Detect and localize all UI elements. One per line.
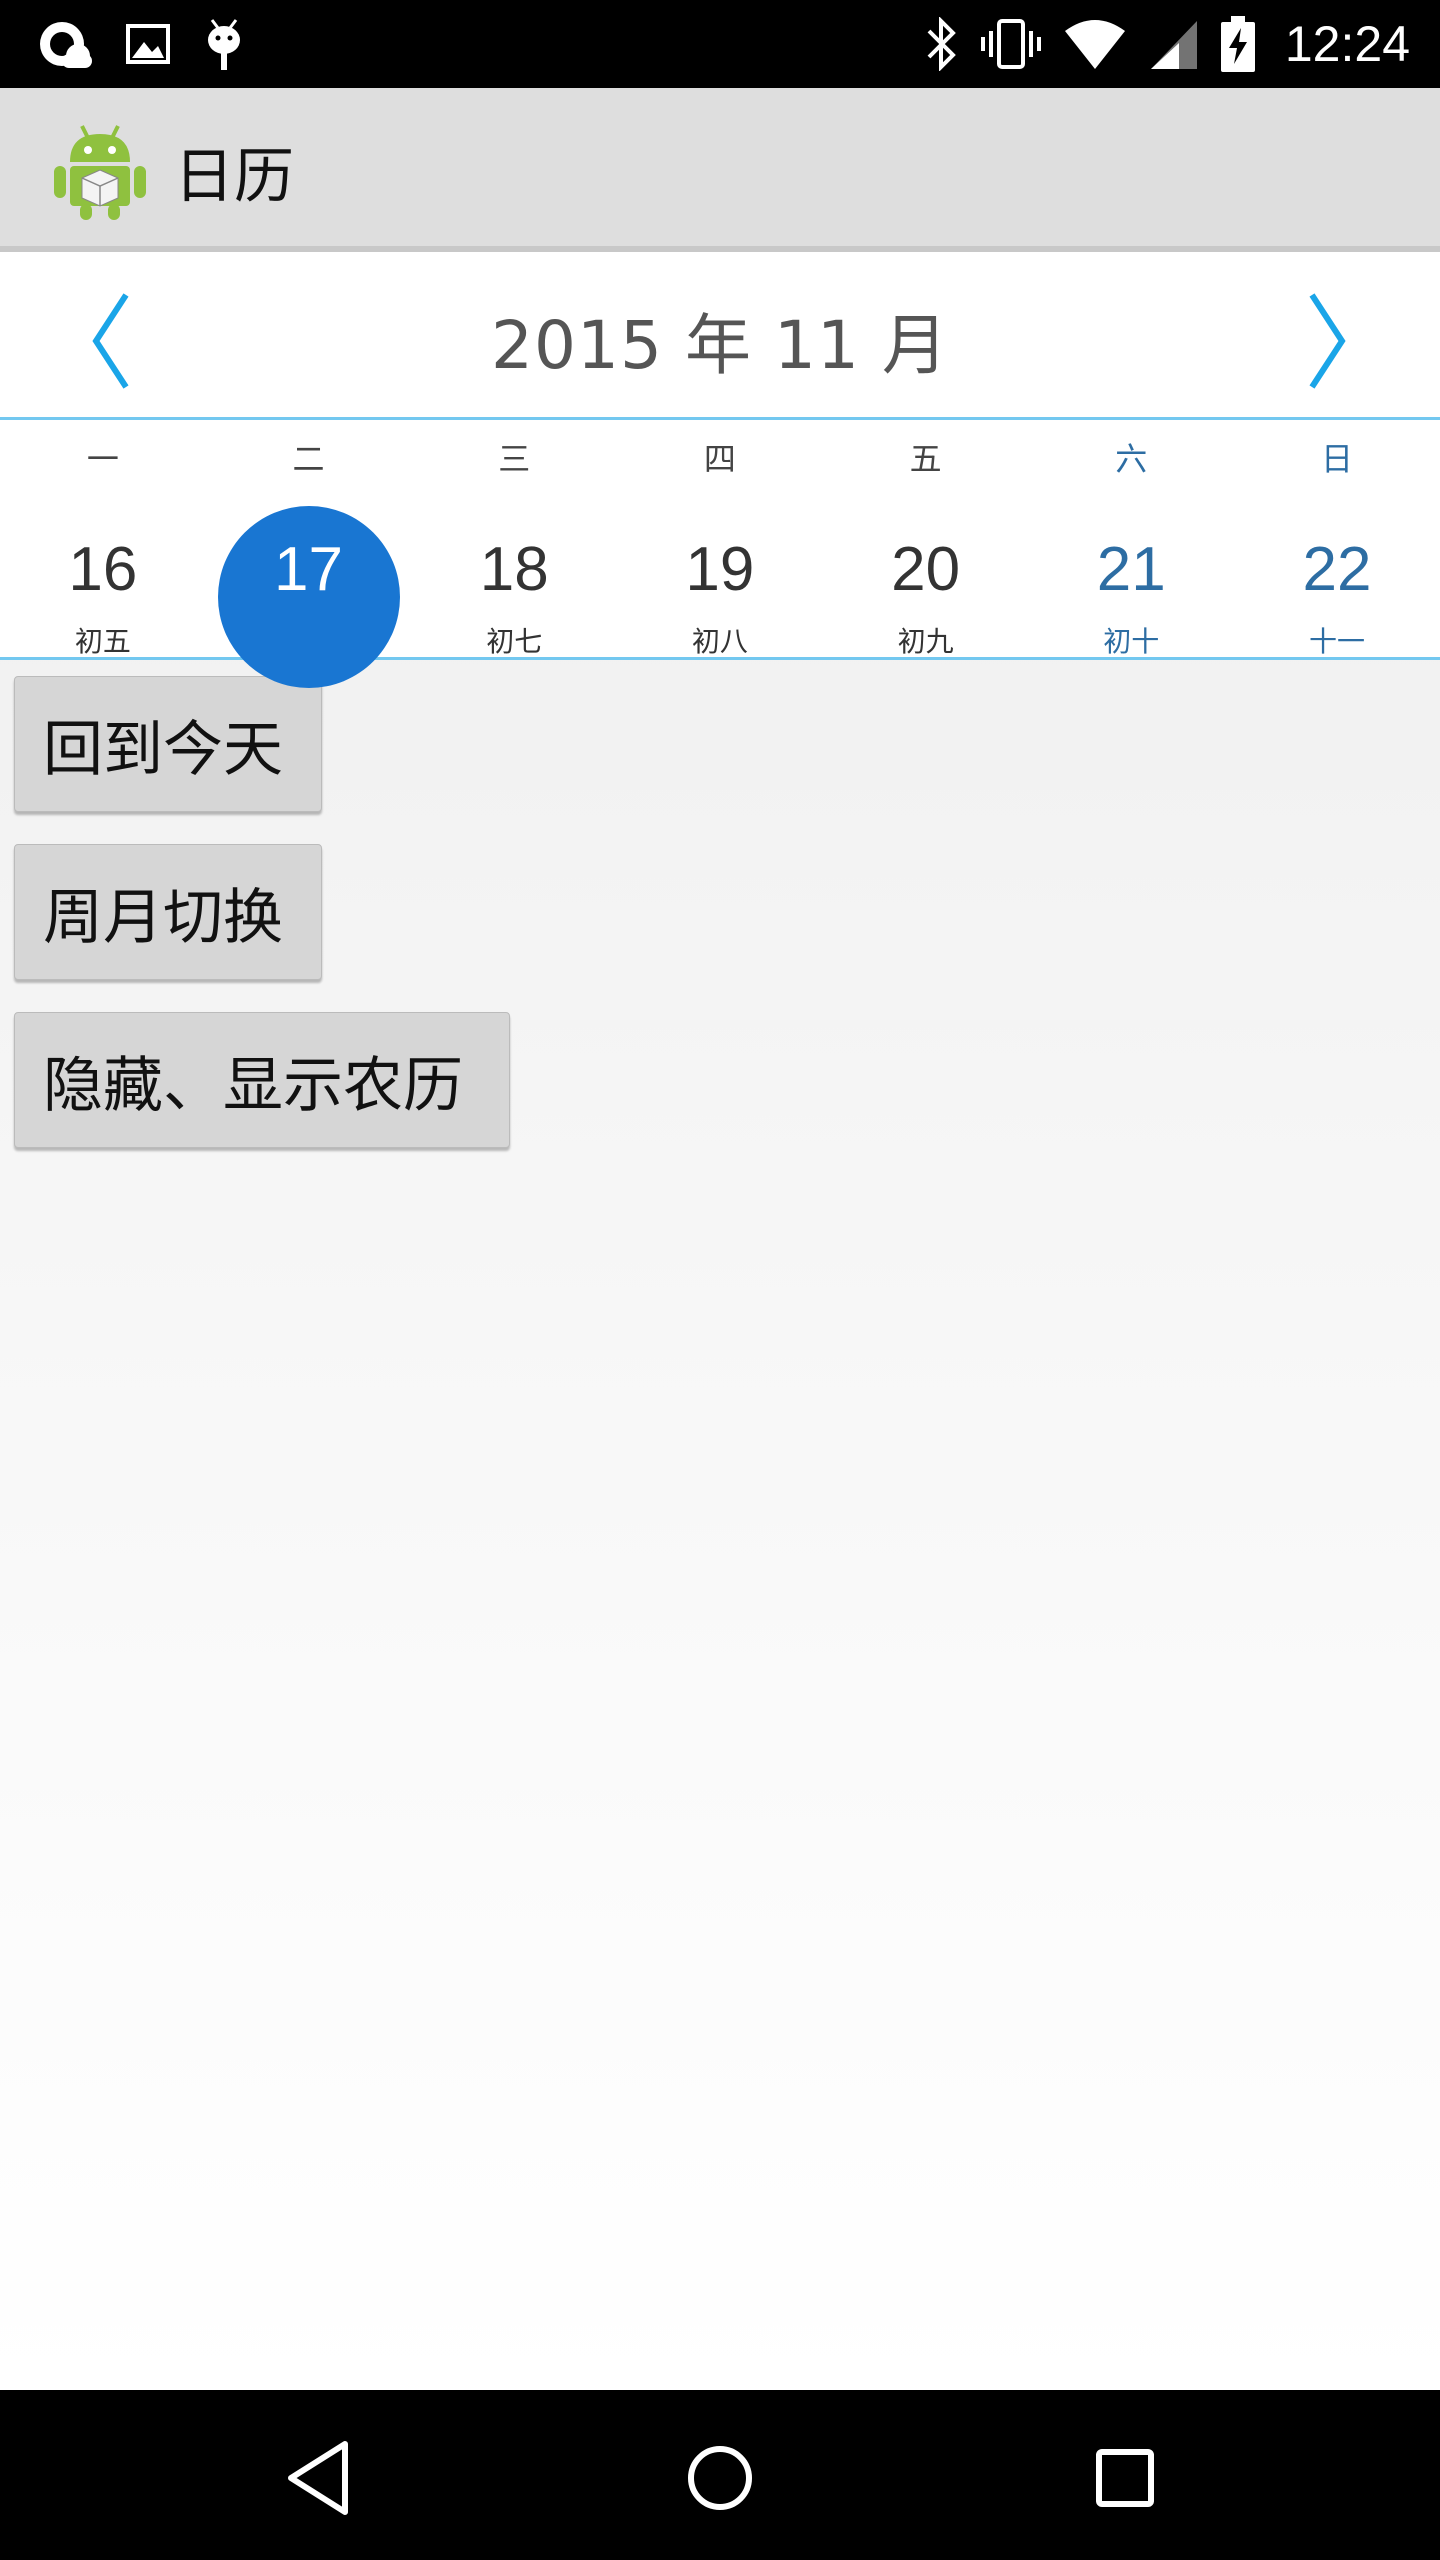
- week-month-switch-button[interactable]: 周月切换: [14, 844, 322, 980]
- back-button[interactable]: [268, 2430, 368, 2530]
- recent-apps-button[interactable]: [1075, 2430, 1175, 2530]
- navigation-bar: [0, 2390, 1440, 2560]
- cloud-icon: [34, 14, 94, 74]
- day-number: 19: [685, 535, 755, 604]
- day-cells: 16 初五 17 18 初七 19 初八 20 初九 21 初十 22 十一: [0, 484, 1440, 688]
- image-icon: [124, 20, 172, 68]
- weekday-label: 日: [1320, 440, 1353, 478]
- calendar-header: 2015 年 11 月: [0, 252, 1440, 420]
- back-to-today-button[interactable]: 回到今天: [14, 676, 322, 812]
- home-button[interactable]: [670, 2430, 770, 2530]
- day-cell[interactable]: 20 初九: [823, 484, 1029, 658]
- status-right-icons: 12:24: [925, 14, 1410, 74]
- day-cell[interactable]: 21 初十: [1028, 484, 1234, 658]
- day-cell[interactable]: 19 初八: [617, 484, 823, 658]
- lunar-date: 十一: [1308, 625, 1365, 658]
- battery-charging-icon: [1220, 16, 1255, 72]
- app-bar: 日历: [0, 88, 1440, 252]
- day-cell[interactable]: 22 十一: [1234, 484, 1440, 658]
- next-month-button[interactable]: [1298, 288, 1358, 398]
- wifi-icon: [1063, 17, 1127, 71]
- status-left-icons: [34, 14, 246, 74]
- day-number: 22: [1302, 535, 1372, 604]
- weekday-label: 五: [909, 440, 942, 478]
- day-number: 16: [68, 535, 138, 604]
- day-cell[interactable]: 18 初七: [411, 484, 617, 658]
- lunar-date: 初九: [897, 625, 954, 658]
- day-cell-selected[interactable]: 17: [206, 484, 412, 688]
- bluetooth-icon: [925, 17, 959, 71]
- day-number: 18: [479, 535, 549, 604]
- signal-icon: [1149, 17, 1199, 71]
- day-number: 20: [891, 535, 961, 604]
- lunar-date: 初五: [74, 625, 131, 658]
- android-app-icon: [52, 122, 148, 222]
- status-time: 12:24: [1284, 16, 1410, 72]
- weekday-labels: 一 二 三 四 五 六 日: [0, 434, 1440, 486]
- day-number: 17: [274, 535, 344, 604]
- weekday-label: 二: [292, 440, 325, 478]
- lunar-date: 初七: [486, 625, 543, 658]
- weekday-label: 一: [86, 440, 119, 478]
- month-title: 2015 年 11 月: [491, 307, 949, 384]
- weekday-label: 四: [703, 440, 736, 478]
- chevron-right-icon: [1306, 291, 1350, 395]
- android-debug-icon: [202, 16, 246, 72]
- back-triangle-icon: [283, 2438, 353, 2522]
- weekday-label: 六: [1115, 440, 1148, 478]
- recent-apps-square-icon: [1093, 2446, 1157, 2514]
- status-bar: 12:24: [0, 0, 1440, 88]
- toggle-lunar-button[interactable]: 隐藏、显示农历: [14, 1012, 510, 1148]
- day-number: 21: [1096, 535, 1166, 604]
- week-panel: 一 二 三 四 五 六 日 16 初五 17 18 初七 19 初八 20 初九…: [0, 420, 1440, 688]
- lunar-date: 初十: [1103, 625, 1160, 658]
- home-circle-icon: [684, 2442, 756, 2518]
- day-cell[interactable]: 16 初五: [0, 484, 206, 658]
- lunar-date: 初八: [691, 625, 748, 658]
- content-area: 2015 年 11 月 一 二 三 四 五 六 日 16 初五 17 18 初七…: [0, 252, 1440, 2390]
- app-title: 日历: [174, 142, 294, 212]
- weekday-label: 三: [498, 440, 531, 478]
- vibrate-icon: [980, 17, 1041, 71]
